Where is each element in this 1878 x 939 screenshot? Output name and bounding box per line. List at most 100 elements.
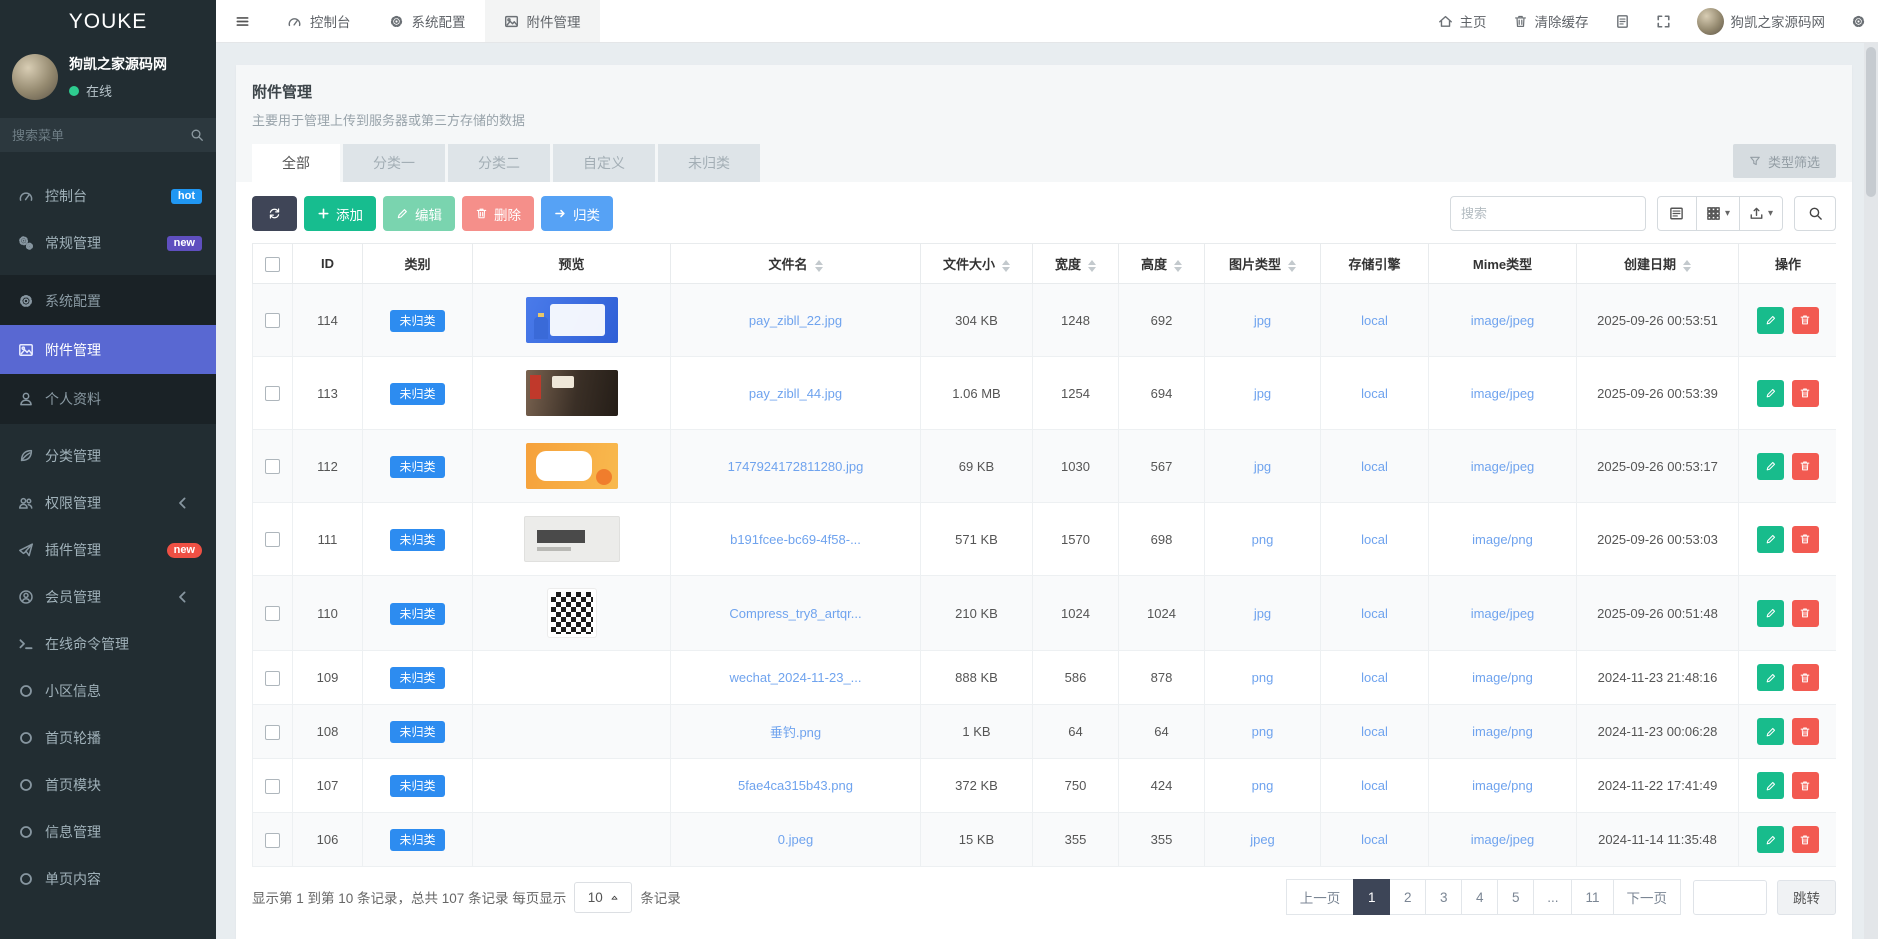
row-delete-button[interactable]: [1792, 826, 1819, 853]
sidebar-item-home-carousel[interactable]: 首页轮播: [0, 723, 216, 753]
row-edit-button[interactable]: [1757, 772, 1784, 799]
row-edit-button[interactable]: [1757, 664, 1784, 691]
storage-link[interactable]: local: [1361, 459, 1388, 474]
sidebar-item-plugin-management[interactable]: 插件管理 new: [0, 535, 216, 565]
columns-button[interactable]: ▾: [1696, 196, 1740, 231]
hamburger-menu-icon[interactable]: [216, 0, 268, 42]
preview-thumbnail[interactable]: [548, 589, 596, 637]
page-jump-input[interactable]: [1693, 880, 1767, 915]
mime-link[interactable]: image/jpeg: [1471, 606, 1535, 621]
home-link[interactable]: 主页: [1438, 11, 1487, 31]
row-checkbox[interactable]: [265, 779, 280, 794]
vertical-scrollbar[interactable]: [1864, 43, 1878, 939]
preview-thumbnail[interactable]: [524, 516, 620, 562]
tab-custom[interactable]: 自定义: [553, 144, 655, 182]
imgtype-link[interactable]: png: [1252, 670, 1274, 685]
user-avatar[interactable]: [12, 54, 58, 100]
sidebar-item-permission-management[interactable]: 权限管理: [0, 488, 216, 518]
settings-gear-icon[interactable]: [1851, 14, 1866, 29]
clear-cache-button[interactable]: 清除缓存: [1513, 11, 1589, 31]
filename-link[interactable]: 垂钓.png: [770, 725, 821, 740]
filename-link[interactable]: 1747924172811280.jpg: [728, 459, 864, 474]
mime-link[interactable]: image/png: [1472, 670, 1533, 685]
document-language-icon[interactable]: [1615, 14, 1630, 29]
fullscreen-icon[interactable]: [1656, 14, 1671, 29]
nav-tab-system-config[interactable]: 系统配置: [370, 0, 485, 42]
tab-category-1[interactable]: 分类一: [343, 144, 445, 182]
col-filename[interactable]: 文件名: [671, 244, 921, 284]
detail-view-button[interactable]: [1657, 196, 1697, 231]
mime-link[interactable]: image/jpeg: [1471, 459, 1535, 474]
storage-link[interactable]: local: [1361, 313, 1388, 328]
nav-tab-attachment-management[interactable]: 附件管理: [485, 0, 600, 42]
classify-button[interactable]: 归类: [541, 196, 613, 231]
row-edit-button[interactable]: [1757, 453, 1784, 480]
sidebar-item-online-command[interactable]: 在线命令管理: [0, 629, 216, 659]
filename-link[interactable]: pay_zibll_44.jpg: [749, 386, 842, 401]
row-checkbox[interactable]: [265, 532, 280, 547]
page-size-select[interactable]: 10: [574, 882, 632, 913]
storage-link[interactable]: local: [1361, 832, 1388, 847]
sidebar-item-community-info[interactable]: 小区信息: [0, 676, 216, 706]
storage-link[interactable]: local: [1361, 670, 1388, 685]
row-edit-button[interactable]: [1757, 718, 1784, 745]
row-delete-button[interactable]: [1792, 664, 1819, 691]
imgtype-link[interactable]: jpg: [1254, 386, 1271, 401]
pagination-page-5[interactable]: 5: [1497, 879, 1534, 915]
mime-link[interactable]: image/jpeg: [1471, 386, 1535, 401]
sidebar-item-attachment-management[interactable]: 附件管理: [0, 325, 216, 374]
sidebar-item-single-page-content[interactable]: 单页内容: [0, 864, 216, 894]
add-button[interactable]: 添加: [304, 196, 376, 231]
imgtype-link[interactable]: jpg: [1254, 459, 1271, 474]
imgtype-link[interactable]: png: [1252, 724, 1274, 739]
row-checkbox[interactable]: [265, 313, 280, 328]
preview-thumbnail[interactable]: [526, 370, 618, 416]
imgtype-link[interactable]: png: [1252, 778, 1274, 793]
filename-link[interactable]: b191fcee-bc69-4f58-...: [730, 532, 861, 547]
mime-link[interactable]: image/png: [1472, 724, 1533, 739]
navbar-user[interactable]: 狗凯之家源码网: [1697, 8, 1826, 35]
filename-link[interactable]: 5fae4ca315b43.png: [738, 778, 853, 793]
row-checkbox[interactable]: [265, 386, 280, 401]
tab-category-2[interactable]: 分类二: [448, 144, 550, 182]
search-submit-button[interactable]: [1794, 196, 1836, 231]
imgtype-link[interactable]: jpeg: [1250, 832, 1275, 847]
row-checkbox[interactable]: [265, 606, 280, 621]
row-checkbox[interactable]: [265, 833, 280, 848]
edit-button[interactable]: 编辑: [383, 196, 455, 231]
row-delete-button[interactable]: [1792, 526, 1819, 553]
filename-link[interactable]: 0.jpeg: [778, 832, 813, 847]
mime-link[interactable]: image/png: [1472, 532, 1533, 547]
col-imgtype[interactable]: 图片类型: [1205, 244, 1321, 284]
preview-thumbnail[interactable]: [526, 297, 618, 343]
pagination-next[interactable]: 下一页: [1613, 879, 1682, 915]
sidebar-item-dashboard[interactable]: 控制台 hot: [0, 181, 216, 211]
tab-unclassified[interactable]: 未归类: [658, 144, 760, 182]
filename-link[interactable]: Compress_try8_artqr...: [729, 606, 861, 621]
sidebar-item-info-management[interactable]: 信息管理: [0, 817, 216, 847]
row-delete-button[interactable]: [1792, 772, 1819, 799]
page-jump-button[interactable]: 跳转: [1777, 880, 1836, 915]
storage-link[interactable]: local: [1361, 778, 1388, 793]
row-edit-button[interactable]: [1757, 600, 1784, 627]
filename-link[interactable]: pay_zibll_22.jpg: [749, 313, 842, 328]
scrollbar-thumb[interactable]: [1866, 47, 1876, 197]
storage-link[interactable]: local: [1361, 724, 1388, 739]
row-delete-button[interactable]: [1792, 718, 1819, 745]
pagination-page-1[interactable]: 1: [1353, 879, 1390, 915]
select-all-checkbox[interactable]: [265, 257, 280, 272]
storage-link[interactable]: local: [1361, 606, 1388, 621]
filename-link[interactable]: wechat_2024-11-23_...: [729, 670, 861, 685]
row-edit-button[interactable]: [1757, 826, 1784, 853]
col-height[interactable]: 高度: [1119, 244, 1205, 284]
row-delete-button[interactable]: [1792, 380, 1819, 407]
pagination-page-3[interactable]: 3: [1425, 879, 1462, 915]
imgtype-link[interactable]: png: [1252, 532, 1274, 547]
row-checkbox[interactable]: [265, 459, 280, 474]
row-edit-button[interactable]: [1757, 380, 1784, 407]
col-width[interactable]: 宽度: [1033, 244, 1119, 284]
sidebar-item-general-management[interactable]: 常规管理 new: [0, 228, 216, 258]
row-delete-button[interactable]: [1792, 307, 1819, 334]
delete-button[interactable]: 删除: [462, 196, 534, 231]
table-search-input[interactable]: [1450, 196, 1646, 231]
